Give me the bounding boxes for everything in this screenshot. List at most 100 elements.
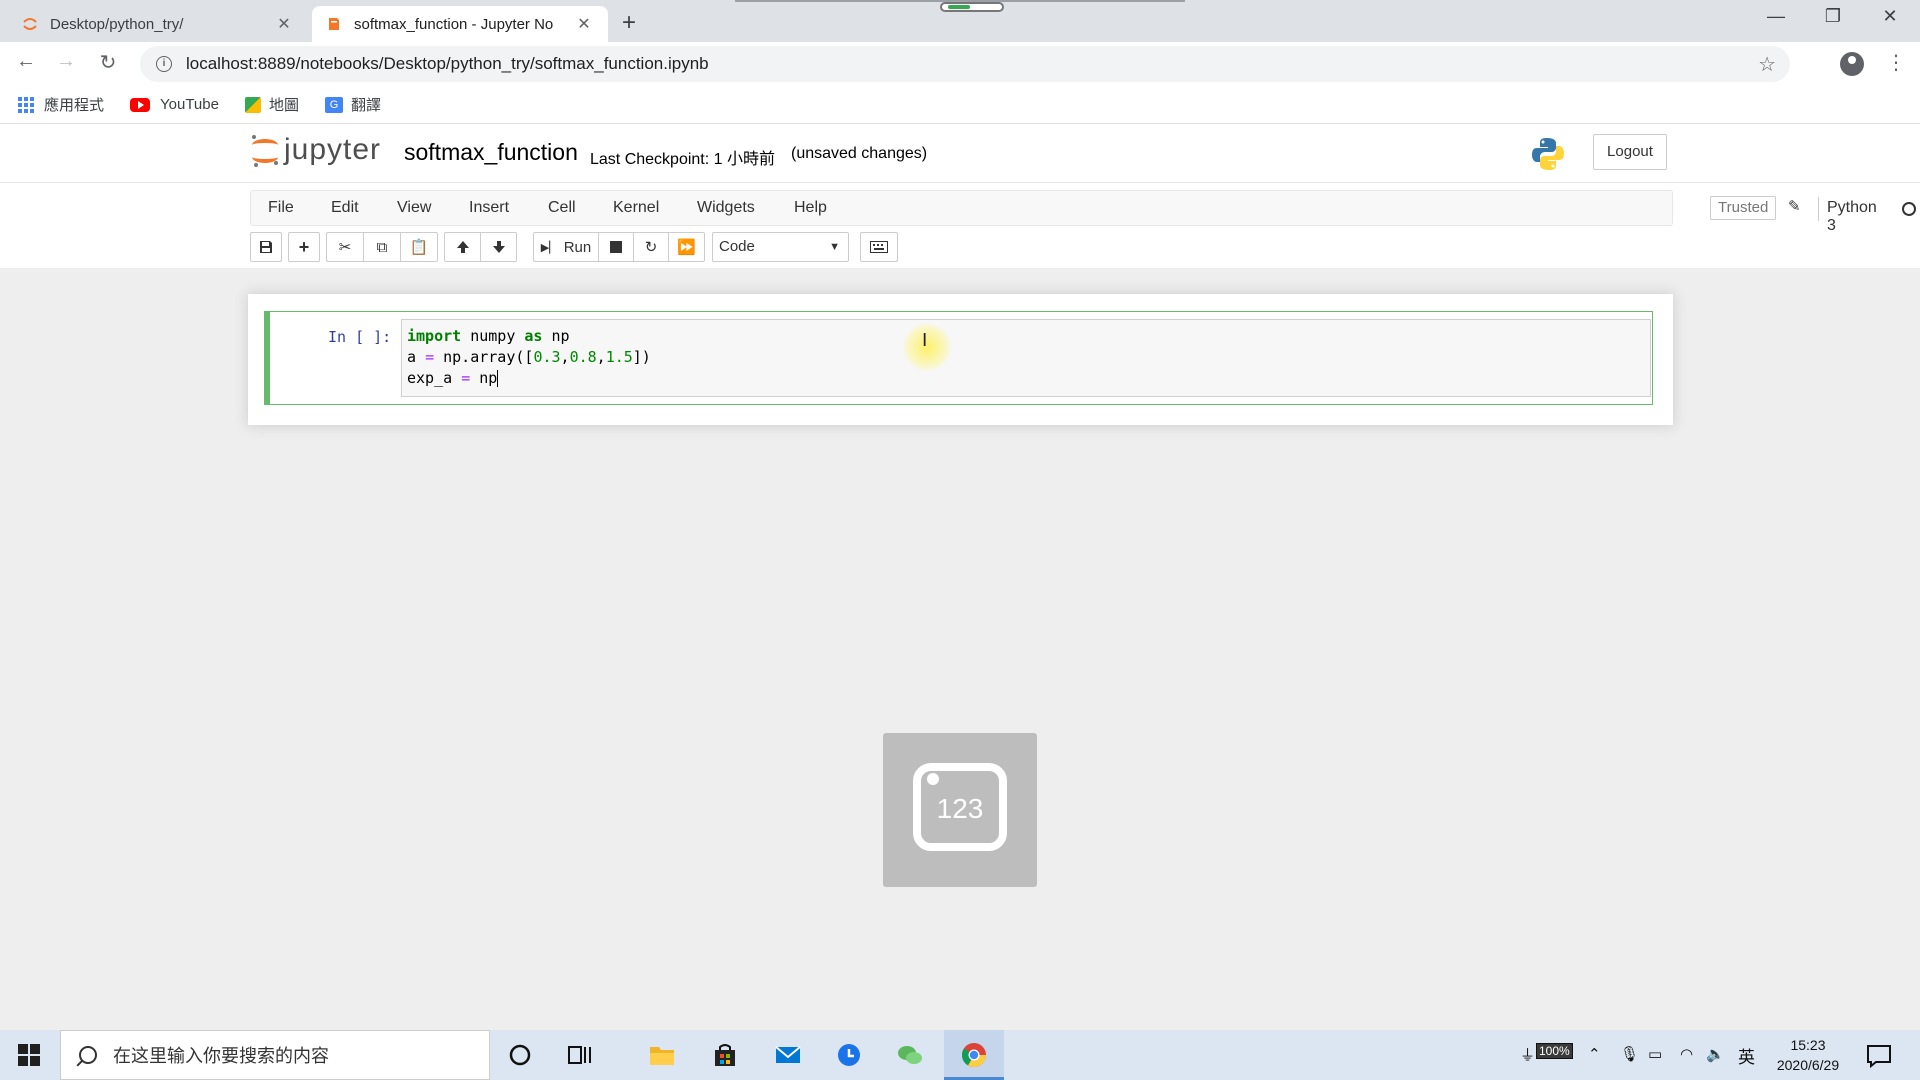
wechat-icon[interactable] bbox=[896, 1042, 924, 1068]
close-window-icon[interactable]: ✕ bbox=[1862, 6, 1918, 27]
menu-insert[interactable]: Insert bbox=[469, 199, 509, 217]
notebook-title[interactable]: softmax_function bbox=[404, 139, 578, 166]
last-checkpoint: Last Checkpoint: 1 小時前 bbox=[590, 151, 775, 168]
cut-icon[interactable]: ✂ bbox=[326, 232, 364, 262]
cortana-icon[interactable] bbox=[506, 1042, 534, 1068]
taskbar-search[interactable]: 在这里输入你要搜索的内容 bbox=[60, 1030, 490, 1080]
edit-mode-pencil-icon: ✎ bbox=[1788, 198, 1801, 215]
forward-icon[interactable]: → bbox=[52, 50, 80, 73]
chrome-icon bbox=[962, 1043, 986, 1068]
clock-app-icon[interactable] bbox=[835, 1042, 863, 1068]
bookmark-label: YouTube bbox=[160, 96, 219, 113]
notebook-panel: In [ ]: import numpy as np a = np.array(… bbox=[248, 294, 1673, 425]
chrome-taskbar-button[interactable] bbox=[944, 1030, 1004, 1080]
python-logo-icon bbox=[1532, 138, 1564, 170]
battery-percentage[interactable]: 100% bbox=[1536, 1043, 1573, 1059]
site-info-icon[interactable]: i bbox=[156, 56, 172, 72]
save-icon[interactable] bbox=[250, 232, 282, 262]
search-icon bbox=[79, 1046, 97, 1064]
bookmarks-bar: 應用程式 YouTube 地圖 G 翻譯 bbox=[0, 86, 1920, 124]
bookmark-youtube[interactable]: YouTube bbox=[130, 96, 219, 113]
menu-widgets[interactable]: Widgets bbox=[697, 199, 755, 217]
menu-view[interactable]: View bbox=[397, 199, 431, 217]
back-icon[interactable]: ← bbox=[12, 50, 40, 73]
task-view-icon[interactable] bbox=[565, 1042, 593, 1068]
cell-type-value: Code bbox=[719, 238, 755, 255]
code-line: import numpy as np bbox=[407, 327, 570, 345]
notebook-favicon-icon bbox=[329, 18, 339, 30]
code-editor[interactable]: import numpy as np a = np.array([0.3,0.8… bbox=[401, 319, 1651, 397]
cell-type-select[interactable]: Code ▼ bbox=[712, 232, 849, 262]
move-up-icon[interactable] bbox=[444, 232, 481, 262]
battery-icon[interactable]: ▭ bbox=[1648, 1045, 1662, 1063]
tab-title: softmax_function - Jupyter No bbox=[354, 15, 554, 33]
menu-file[interactable]: File bbox=[268, 199, 294, 217]
bookmark-label: 地圖 bbox=[268, 97, 299, 114]
translate-icon: G bbox=[324, 96, 343, 113]
clock-time: 15:23 bbox=[1790, 1037, 1826, 1053]
recording-indicator bbox=[940, 2, 1004, 12]
logout-button[interactable]: Logout bbox=[1593, 134, 1667, 170]
copy-icon[interactable]: ⧉ bbox=[363, 232, 401, 262]
kernel-idle-icon bbox=[1902, 202, 1916, 216]
move-down-icon[interactable] bbox=[480, 232, 517, 262]
file-explorer-icon[interactable] bbox=[648, 1042, 676, 1068]
menu-edit[interactable]: Edit bbox=[331, 199, 359, 217]
notebook-container: In [ ]: import numpy as np a = np.array(… bbox=[0, 268, 1920, 1030]
apps-grid-icon bbox=[18, 96, 34, 113]
new-tab-button[interactable]: + bbox=[622, 9, 636, 37]
windows-taskbar: 在这里输入你要搜索的内容 ⏚ 100% ⌃ 🎙 ▭ ◠ 🔈 英 15:23 20… bbox=[0, 1030, 1920, 1080]
menu-cell[interactable]: Cell bbox=[548, 199, 576, 217]
reload-icon[interactable]: ↻ bbox=[94, 50, 122, 75]
ibeam-cursor-icon: I bbox=[922, 330, 928, 351]
run-button[interactable]: ▶▏ Run bbox=[533, 232, 599, 262]
tab-title: Desktop/python_try/ bbox=[50, 15, 184, 33]
mail-icon[interactable] bbox=[774, 1042, 802, 1068]
keycount-label: 123 bbox=[936, 793, 984, 824]
menu-kernel[interactable]: Kernel bbox=[613, 199, 659, 217]
jupyter-logo[interactable]: jupyter bbox=[250, 133, 381, 167]
kernel-name[interactable]: Python 3 bbox=[1827, 199, 1877, 235]
wifi-icon[interactable]: ◠ bbox=[1680, 1045, 1693, 1063]
bookmark-star-icon[interactable]: ☆ bbox=[1758, 52, 1776, 77]
notifications-icon[interactable] bbox=[1865, 1043, 1893, 1069]
bookmark-label: 翻譯 bbox=[350, 97, 381, 114]
trusted-badge[interactable]: Trusted bbox=[1710, 196, 1777, 220]
insert-cell-icon[interactable]: + bbox=[288, 232, 320, 262]
bookmark-translate[interactable]: G 翻譯 bbox=[324, 94, 381, 115]
store-icon[interactable] bbox=[711, 1042, 739, 1068]
browser-tab-directory[interactable]: Desktop/python_try/ ✕ bbox=[8, 6, 308, 42]
code-line: a = np.array([0.3,0.8,1.5]) bbox=[407, 348, 651, 366]
restore-icon[interactable]: ❐ bbox=[1805, 6, 1861, 27]
browser-tab-notebook[interactable]: softmax_function - Jupyter No ✕ bbox=[312, 6, 608, 42]
maps-icon bbox=[244, 96, 261, 113]
youtube-icon bbox=[130, 97, 151, 112]
browser-nav-bar: ← → ↻ i localhost:8889/notebooks/Desktop… bbox=[0, 42, 1920, 86]
menu-help[interactable]: Help bbox=[794, 199, 827, 217]
microphone-icon[interactable]: 🎙 bbox=[1620, 1045, 1639, 1063]
jupyter-wordmark: jupyter bbox=[284, 133, 382, 166]
profile-avatar-icon[interactable] bbox=[1840, 52, 1864, 76]
bookmark-apps[interactable]: 應用程式 bbox=[18, 94, 104, 115]
browser-menu-icon[interactable]: ⋮ bbox=[1886, 50, 1906, 75]
code-line: exp_a = np bbox=[407, 369, 499, 387]
volume-icon[interactable]: 🔈 bbox=[1706, 1045, 1725, 1063]
keycount-icon: 123 bbox=[913, 763, 1007, 851]
close-tab-icon[interactable]: ✕ bbox=[574, 14, 594, 34]
close-tab-icon[interactable]: ✕ bbox=[274, 14, 294, 34]
keyboard-icon[interactable] bbox=[860, 232, 898, 262]
restart-icon[interactable]: ↻ bbox=[633, 232, 669, 262]
bookmark-maps[interactable]: 地圖 bbox=[244, 94, 299, 115]
system-clock[interactable]: 15:23 2020/6/29 bbox=[1766, 1035, 1850, 1075]
address-bar[interactable]: i localhost:8889/notebooks/Desktop/pytho… bbox=[140, 46, 1790, 82]
jupyter-header: jupyter softmax_function Last Checkpoint… bbox=[0, 125, 1920, 183]
minimize-icon[interactable]: — bbox=[1748, 6, 1804, 27]
code-cell[interactable]: In [ ]: import numpy as np a = np.array(… bbox=[264, 311, 1653, 405]
ime-indicator[interactable]: 英 bbox=[1738, 1043, 1755, 1068]
windows-start-icon[interactable] bbox=[18, 1044, 40, 1066]
jupyter-menubar: File Edit View Insert Cell Kernel Widget… bbox=[250, 190, 1916, 234]
interrupt-icon[interactable] bbox=[598, 232, 634, 262]
paste-icon[interactable]: 📋 bbox=[400, 232, 438, 262]
show-hidden-icons-icon[interactable]: ⌃ bbox=[1588, 1045, 1601, 1063]
restart-run-all-icon[interactable]: ⏩ bbox=[668, 232, 705, 262]
